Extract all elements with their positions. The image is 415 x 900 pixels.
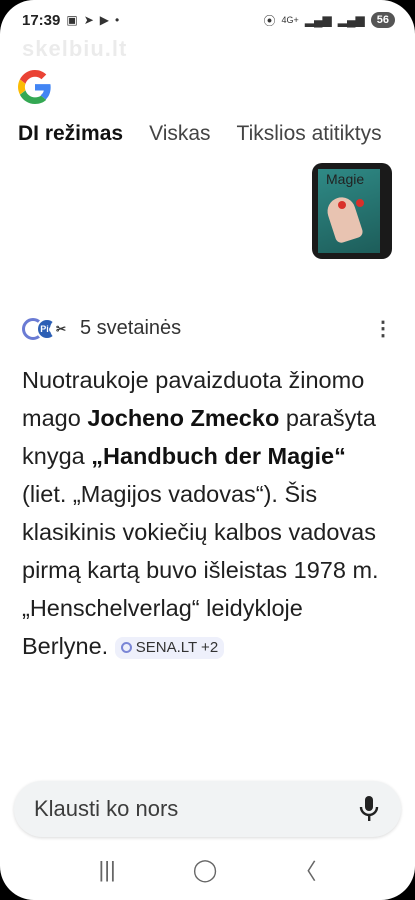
home-icon[interactable]: ◯ [193,857,218,883]
system-nav-bar: ||| ◯ 〈 [0,840,415,900]
dot-icon: • [115,13,120,27]
status-bar: 17:39 ▣ ➤ ▶ • ⦿ 4G+ ▂▄▆ ▂▄▆ 56 [0,0,415,40]
chip-icon [120,642,132,654]
tab-di-rezimas[interactable]: DI režimas [18,122,123,146]
youtube-icon: ▶ [99,13,110,27]
status-right: ⦿ 4G+ ▂▄▆ ▂▄▆ 56 [264,12,395,29]
search-mode-tabs: DI režimas Viskas Tikslios atitiktys [18,122,415,146]
sources-label: 5 svetainės [80,317,182,339]
watermark: skelbiu.lt [22,36,128,61]
answer-text: (liet. „Magijos vadovas“). Šis klasikini… [22,481,379,659]
ai-answer-text: Nuotraukoje pavaizduota žinomo mago Joch… [22,361,391,665]
source-favicons: Pic ✂ [22,317,72,340]
book-cover-title: Magie [326,171,365,187]
scissors-icon: ✂ [50,317,72,340]
signal-icon: ▂▄▆ [304,13,332,27]
signal-icon-2: ▂▄▆ [337,13,365,27]
status-left: 17:39 ▣ ➤ ▶ • [22,12,119,29]
red-ball [338,201,346,209]
ask-input[interactable]: Klausti ko nors [34,796,359,822]
tab-viskas[interactable]: Viskas [149,122,210,146]
source-chip[interactable]: SENA.LT +2 [114,636,225,659]
red-ball [356,199,364,207]
screenshot-icon: ▣ [66,13,78,27]
phone-screen: 17:39 ▣ ➤ ▶ • ⦿ 4G+ ▂▄▆ ▂▄▆ 56 skelbiu.l… [0,0,415,900]
network-type: 4G+ [281,15,299,25]
back-icon[interactable]: 〈 [294,854,316,886]
microphone-icon[interactable] [359,795,379,823]
book-thumbnail[interactable]: Magie [312,163,392,259]
recents-icon[interactable]: ||| [99,857,116,883]
more-options-icon[interactable]: ⋮ [373,316,393,341]
location-icon: ⦿ [263,13,276,28]
status-time: 17:39 [22,11,61,29]
google-logo-icon[interactable] [18,70,52,104]
battery-indicator: 56 [370,12,395,28]
answer-bold-author: Jocheno Zmecko [87,405,280,431]
sources-row[interactable]: Pic ✂ 5 svetainės ⋮ [22,316,393,341]
tab-tikslios-atitiktys[interactable]: Tikslios atitiktys [237,122,382,146]
source-chip-label: SENA.LT +2 [135,638,219,656]
answer-bold-title: „Handbuch der Magie“ [91,443,346,469]
telegram-icon: ➤ [83,13,94,27]
ask-input-bar[interactable]: Klausti ko nors [14,781,401,837]
